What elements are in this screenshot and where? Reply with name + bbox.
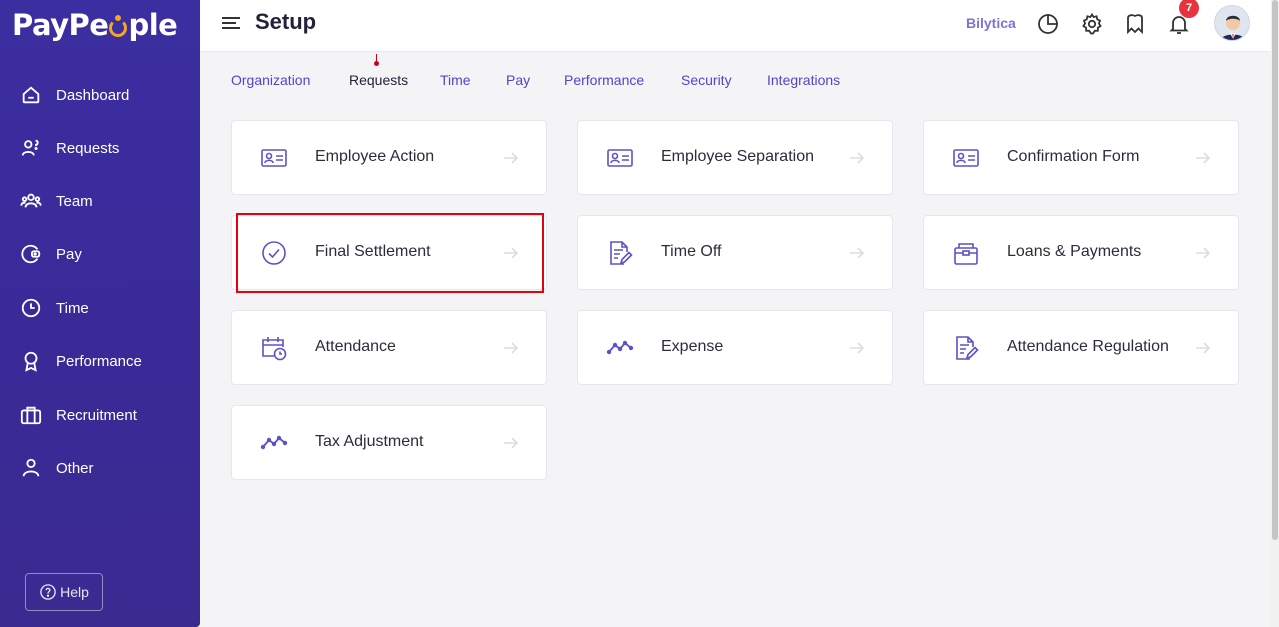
id-card-icon [607, 149, 633, 167]
arrow-right-icon [1196, 152, 1211, 164]
page-title: Setup [255, 9, 317, 34]
card-label: Attendance [315, 338, 396, 355]
tooth-icon[interactable] [1123, 12, 1147, 36]
clock-icon [21, 298, 41, 318]
card-label: Attendance Regulation [1007, 338, 1169, 355]
card-label: Time Off [661, 243, 722, 260]
avatar[interactable] [1214, 5, 1250, 41]
card-loans-payments[interactable]: Loans & Payments [923, 215, 1239, 290]
card-label: Loans & Payments [1007, 243, 1142, 260]
active-tab-indicator-dot [374, 61, 379, 66]
sidebar-item-label: Dashboard [56, 86, 130, 104]
sidebar-item-label: Time [56, 299, 89, 317]
sidebar-item-label: Other [56, 459, 94, 477]
id-card-icon [953, 149, 979, 167]
briefcase-icon [20, 406, 42, 425]
sidebar: PayPe ple Dashboard Requests Team Pay Tim… [0, 0, 200, 627]
wallet-box-icon [954, 243, 978, 265]
tab-security[interactable]: Security [681, 72, 732, 88]
sidebar-item-dashboard[interactable]: Dashboard [20, 80, 129, 110]
sidebar-item-label: Requests [56, 139, 120, 157]
arrow-right-icon [850, 342, 865, 354]
tab-performance[interactable]: Performance [564, 72, 644, 88]
tab-integrations[interactable]: Integrations [767, 72, 840, 88]
arrow-right-icon [504, 437, 519, 449]
document-edit-icon [956, 336, 979, 360]
sidebar-item-recruitment[interactable]: Recruitment [20, 400, 137, 430]
hamburger-menu-icon[interactable] [222, 16, 240, 30]
sidebar-item-other[interactable]: Other [20, 453, 94, 483]
tab-time[interactable]: Time [440, 72, 471, 88]
page-scrollbar[interactable] [1271, 0, 1279, 627]
sidebar-item-pay[interactable]: Pay [20, 239, 82, 269]
card-attendance-regulation[interactable]: Attendance Regulation [923, 310, 1239, 385]
card-time-off[interactable]: Time Off [577, 215, 893, 290]
main-content: Organization Requests Time Pay Performan… [200, 52, 1271, 627]
company-name[interactable]: Bilytica [966, 15, 1016, 31]
requests-icon [21, 139, 39, 156]
wallet-icon [21, 244, 41, 264]
notification-badge: 7 [1179, 0, 1199, 18]
arrow-right-icon [1196, 247, 1211, 259]
tab-organization[interactable]: Organization [231, 72, 310, 88]
app-logo[interactable]: PayPe ple [12, 8, 178, 42]
id-card-icon [261, 149, 287, 167]
sidebar-item-label: Recruitment [56, 406, 137, 424]
card-expense[interactable]: Expense [577, 310, 893, 385]
help-button[interactable]: Help [25, 573, 103, 611]
tab-requests[interactable]: Requests [349, 72, 408, 88]
arrow-right-icon [504, 342, 519, 354]
calendar-clock-icon [262, 337, 287, 361]
card-confirmation-form[interactable]: Confirmation Form [923, 120, 1239, 195]
scrollbar-thumb[interactable] [1272, 0, 1278, 540]
document-edit-icon [610, 241, 633, 265]
card-attendance[interactable]: Attendance [231, 310, 547, 385]
home-icon [22, 86, 40, 104]
sidebar-item-label: Performance [56, 352, 142, 370]
arrow-right-icon [850, 247, 865, 259]
question-circle-icon [40, 584, 56, 600]
sidebar-item-performance[interactable]: Performance [20, 346, 142, 376]
sidebar-item-label: Pay [56, 245, 82, 263]
sidebar-item-time[interactable]: Time [20, 293, 89, 323]
tab-pay[interactable]: Pay [506, 72, 530, 88]
check-circle-icon [262, 241, 286, 265]
trend-line-icon [606, 340, 634, 355]
card-label: Tax Adjustment [315, 433, 424, 450]
card-label: Expense [661, 338, 724, 355]
card-label: Employee Action [315, 148, 435, 165]
card-employee-action[interactable]: Employee Action [231, 120, 547, 195]
top-header: Setup Bilytica 7 [200, 0, 1271, 52]
help-label: Help [60, 584, 89, 600]
arrow-right-icon [504, 247, 519, 259]
gear-icon[interactable] [1080, 12, 1104, 36]
card-final-settlement[interactable]: Final Settlement [231, 215, 547, 290]
award-icon [24, 351, 38, 372]
team-icon [20, 193, 42, 208]
arrow-right-icon [1196, 342, 1211, 354]
card-label: Final Settlement [315, 243, 431, 260]
user-avatar-icon [1215, 6, 1249, 40]
pie-chart-icon[interactable] [1036, 12, 1060, 36]
sidebar-item-requests[interactable]: Requests [20, 133, 119, 163]
card-employee-separation[interactable]: Employee Separation [577, 120, 893, 195]
sidebar-item-label: Team [56, 192, 93, 210]
card-label: Employee Separation [661, 148, 814, 165]
user-icon [22, 458, 40, 477]
card-tax-adjustment[interactable]: Tax Adjustment [231, 405, 547, 480]
arrow-right-icon [850, 152, 865, 164]
arrow-right-icon [504, 152, 519, 164]
sidebar-item-team[interactable]: Team [20, 186, 93, 216]
trend-line-icon [260, 435, 288, 450]
card-label: Confirmation Form [1007, 148, 1140, 165]
